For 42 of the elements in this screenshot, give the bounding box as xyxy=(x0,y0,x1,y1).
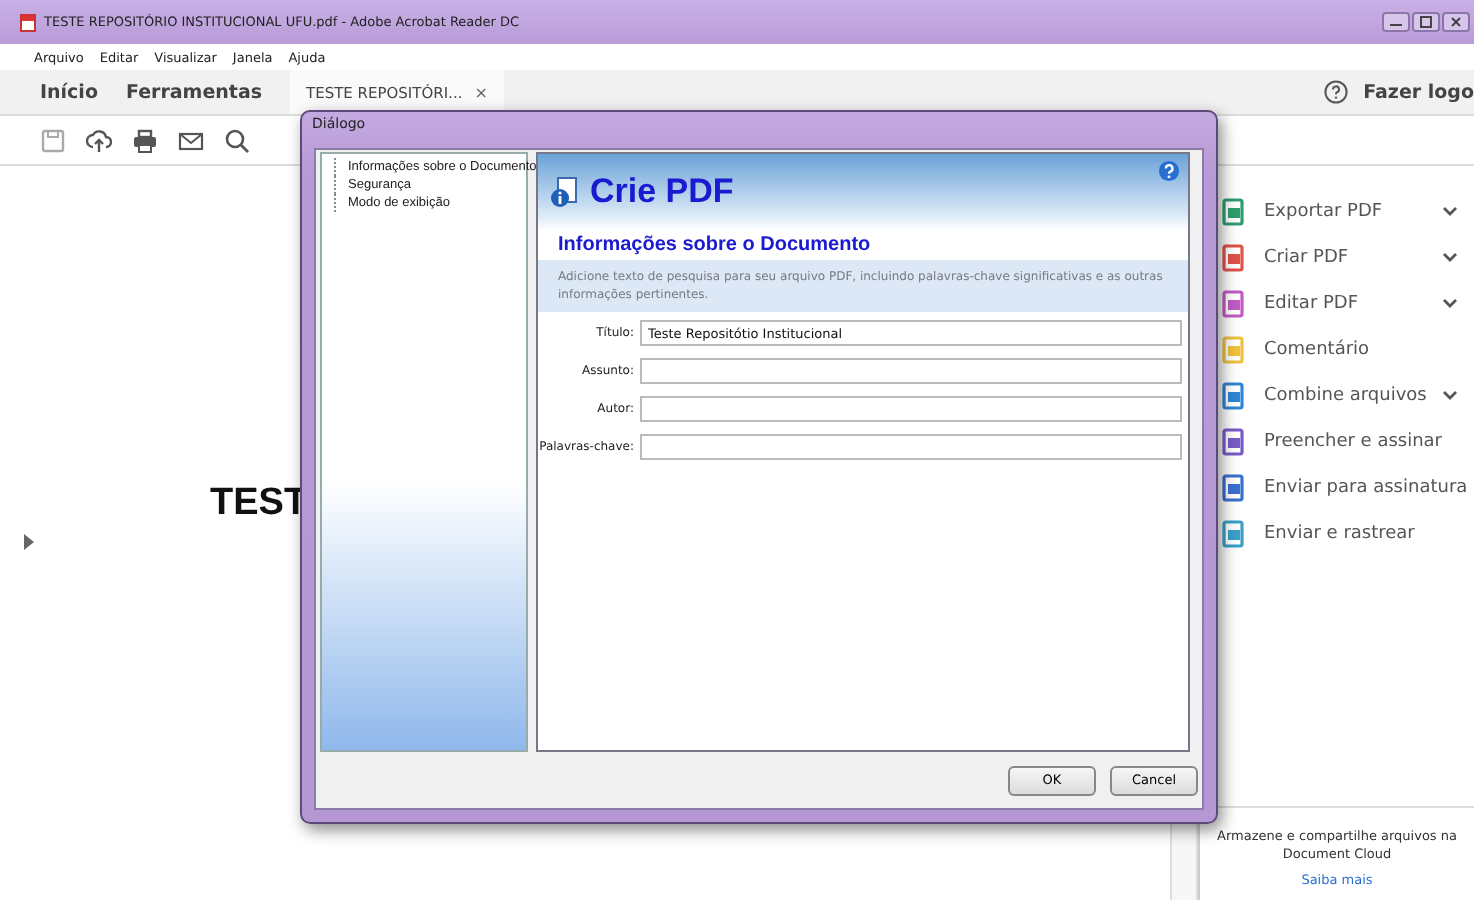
tool-item[interactable]: Preencher e assinar xyxy=(1200,418,1474,464)
tool-label[interactable]: Exportar PDF xyxy=(1264,201,1442,221)
section-title: Informações sobre o Documento xyxy=(556,232,873,260)
maximize-icon[interactable] xyxy=(1412,12,1440,32)
chevron-icon[interactable] xyxy=(1442,297,1458,309)
input-field[interactable] xyxy=(640,396,1182,422)
print-icon[interactable] xyxy=(132,127,158,153)
search-icon[interactable] xyxy=(224,127,250,153)
tool-item[interactable]: Enviar e rastrear xyxy=(1200,510,1474,556)
help-icon[interactable] xyxy=(1158,160,1180,182)
mail-icon[interactable] xyxy=(178,127,204,153)
nav-tab[interactable]: Início xyxy=(40,81,98,103)
chevron-icon[interactable] xyxy=(1442,251,1458,263)
tool-label[interactable]: Criar PDF xyxy=(1264,247,1442,267)
tab-close-button[interactable]: × xyxy=(474,83,488,101)
tool-label[interactable]: Editar PDF xyxy=(1264,293,1442,313)
info-document-icon xyxy=(550,176,578,208)
tool-item[interactable]: Combine arquivos xyxy=(1200,372,1474,418)
input-field[interactable] xyxy=(640,358,1182,384)
tool-label[interactable]: Combine arquivos xyxy=(1264,385,1442,405)
tool-item[interactable]: Comentário xyxy=(1200,326,1474,372)
minimize-icon[interactable] xyxy=(1382,12,1410,32)
document-text: TEST xyxy=(210,481,308,525)
input-field[interactable] xyxy=(640,434,1182,460)
sign-in-link[interactable]: Fazer logo xyxy=(1363,81,1474,103)
tool-item[interactable]: Criar PDF xyxy=(1200,234,1474,280)
chevron-icon[interactable] xyxy=(1442,205,1458,217)
pdf-file-icon xyxy=(20,13,36,31)
tool-item[interactable]: Exportar PDF xyxy=(1200,188,1474,234)
tool-item[interactable]: Editar PDF xyxy=(1200,280,1474,326)
nav-tab[interactable]: Ferramentas xyxy=(125,81,263,103)
cloud-upload-icon[interactable] xyxy=(86,127,112,153)
dialog-heading: Crie PDF xyxy=(590,172,734,212)
tool-label[interactable]: Enviar e rastrear xyxy=(1264,523,1458,543)
tool-label[interactable]: Enviar para assinatura xyxy=(1264,477,1468,497)
tool-label[interactable]: Preencher e assinar xyxy=(1264,431,1458,451)
help-icon[interactable] xyxy=(1323,80,1348,104)
expand-arrow-icon[interactable] xyxy=(24,534,34,550)
tool-label[interactable]: Comentário xyxy=(1264,339,1458,359)
tool-item[interactable]: Enviar para assinatura xyxy=(1200,464,1474,510)
chevron-icon[interactable] xyxy=(1442,389,1458,401)
close-icon[interactable] xyxy=(1442,12,1470,32)
